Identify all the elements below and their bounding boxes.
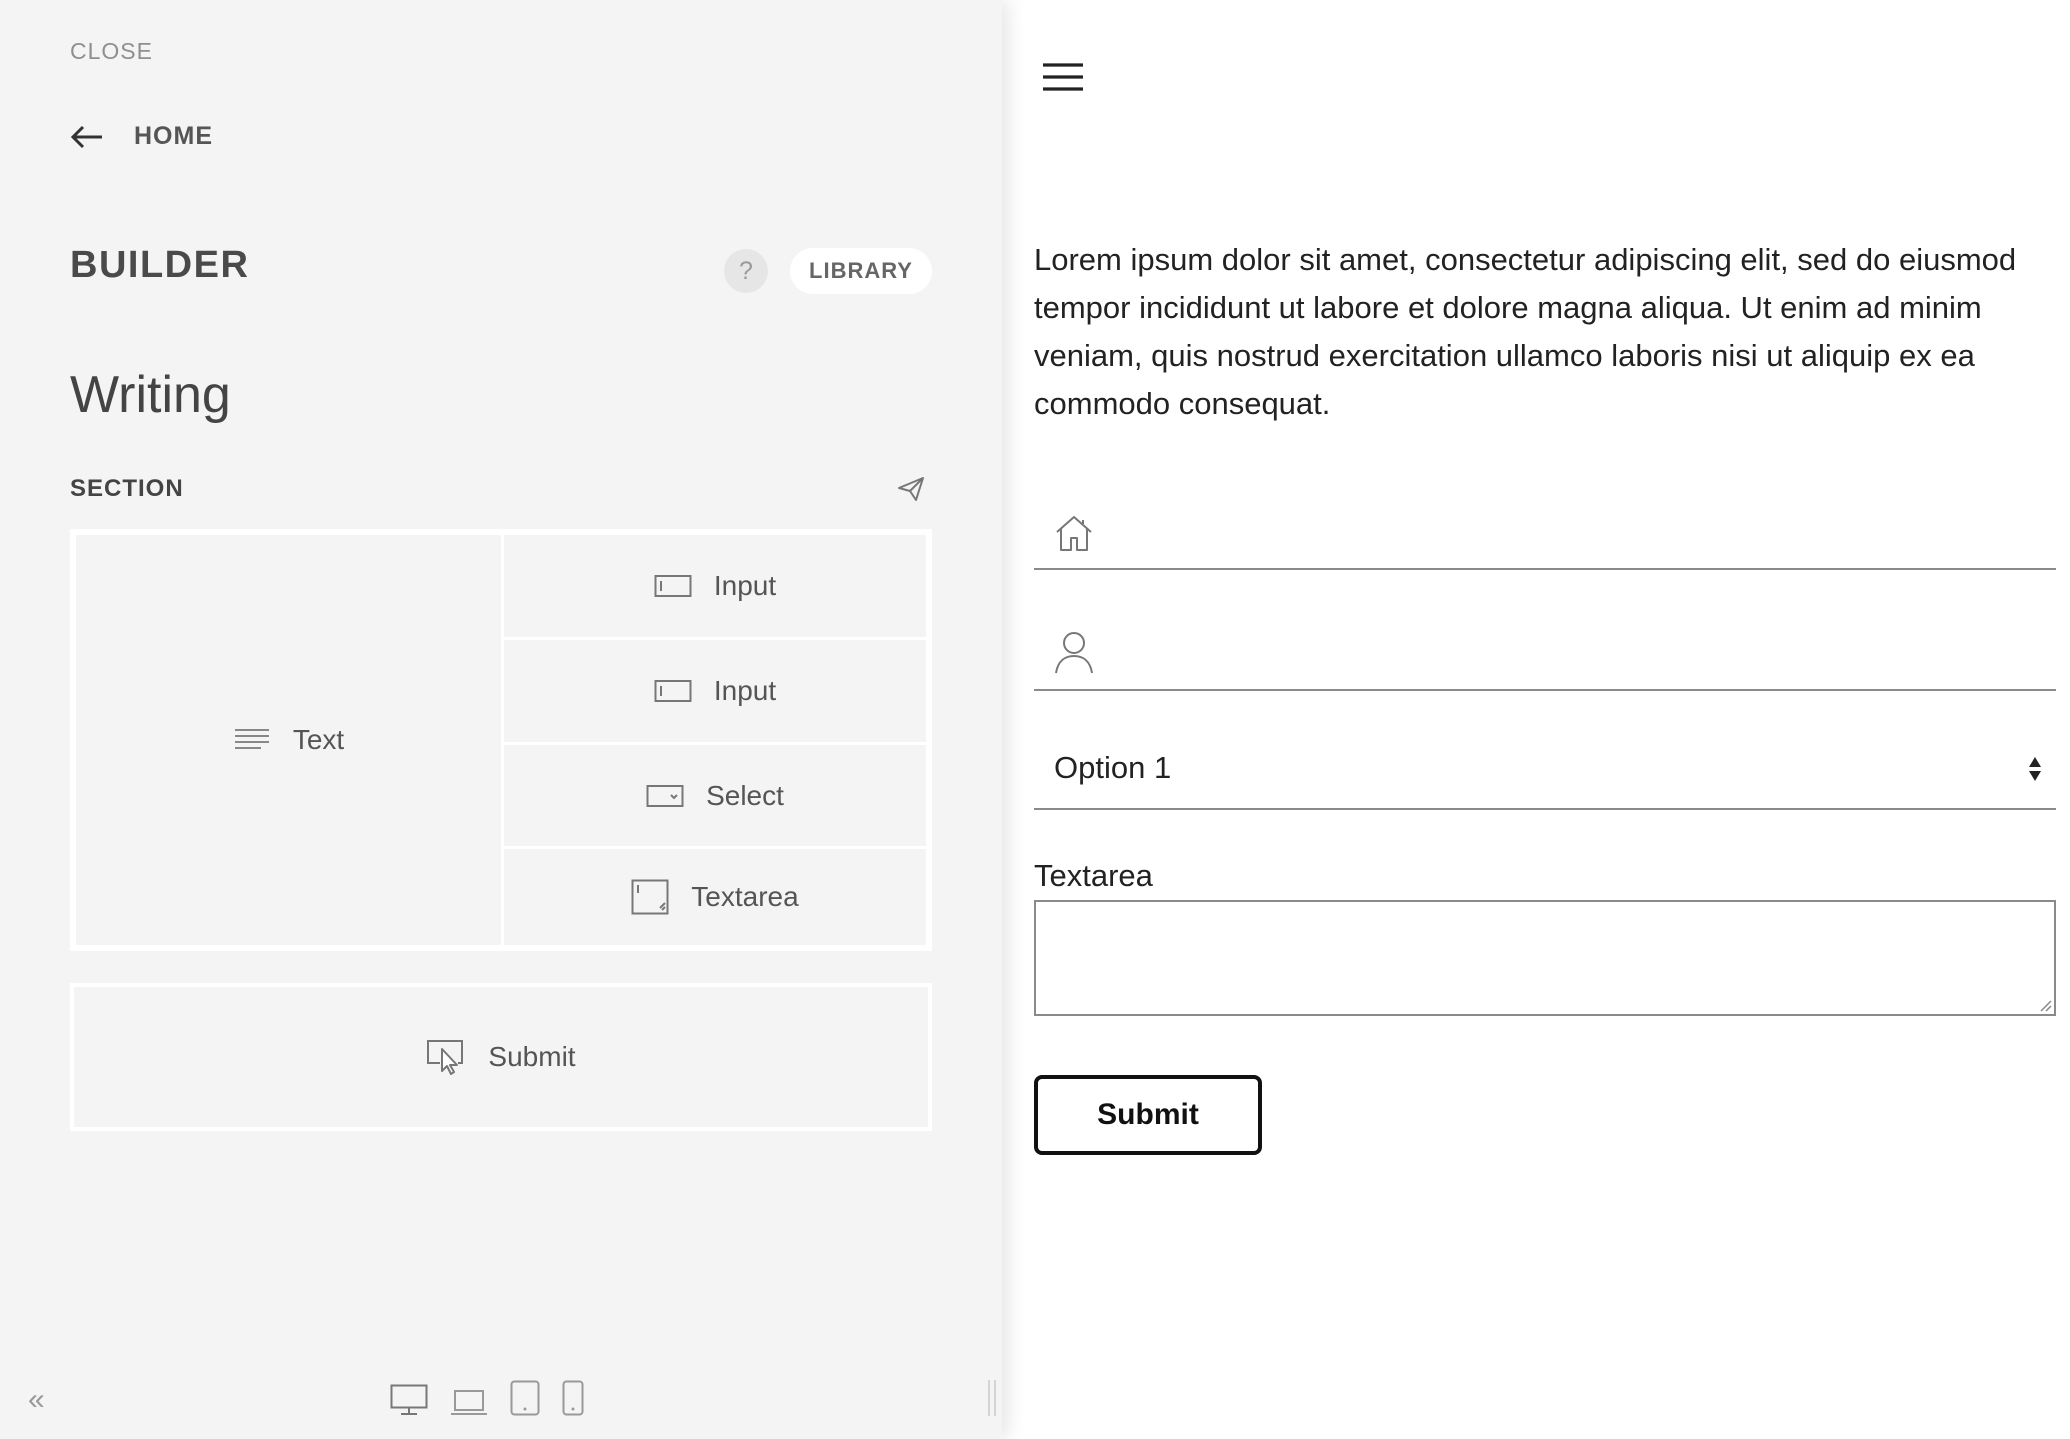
help-button[interactable]: ? <box>724 249 768 293</box>
preview-input-home[interactable] <box>1034 505 2056 570</box>
submit-element-block[interactable]: Submit <box>70 983 932 1131</box>
sidebar-resize-handle[interactable] <box>988 1380 996 1416</box>
input-element-label-1: Input <box>713 570 777 601</box>
user-icon <box>1055 632 1093 674</box>
collapse-sidebar-button[interactable]: « <box>28 1383 45 1417</box>
home-label: HOME <box>134 122 213 150</box>
select-element-label: Select <box>706 779 784 811</box>
input-element-block-2[interactable]: Input <box>501 637 929 745</box>
input-element-label-2: Input <box>713 675 777 706</box>
preview-submit-button[interactable]: Submit <box>1034 1075 1262 1155</box>
preview-paragraph: Lorem ipsum dolor sit amet, consectetur … <box>1034 242 2017 421</box>
select-dropdown-icon <box>646 784 684 807</box>
input-field-icon <box>654 575 692 597</box>
page-preview: Lorem ipsum dolor sit amet, consectetur … <box>1002 0 2070 1439</box>
home-icon <box>1056 516 1092 551</box>
builder-sidebar: CLOSE HOME BUILDER ? LIBRARY Writing SEC… <box>0 0 1002 1439</box>
select-element-block[interactable]: Select <box>501 742 929 849</box>
preview-select[interactable]: Option 1 <box>1034 750 2056 810</box>
home-link[interactable]: HOME <box>70 122 213 151</box>
close-button[interactable]: CLOSE <box>70 38 153 65</box>
textarea-element-block[interactable]: Textarea <box>501 846 929 948</box>
mobile-icon[interactable] <box>562 1380 584 1416</box>
pointer-click-icon <box>427 1040 464 1075</box>
section-layout-grid: Text Input Input Select Textarea <box>70 529 932 951</box>
text-lines-icon <box>234 729 269 749</box>
preview-textarea[interactable] <box>1034 900 2056 1016</box>
page-name: Writing <box>70 366 231 424</box>
preview-input-user[interactable] <box>1034 625 2056 691</box>
input-field-icon <box>654 680 692 702</box>
input-element-block-1[interactable]: Input <box>501 532 929 640</box>
text-element-label: Text <box>292 724 345 755</box>
tablet-icon[interactable] <box>510 1380 540 1416</box>
laptop-icon[interactable] <box>450 1388 488 1416</box>
device-preview-switcher <box>390 1380 584 1416</box>
submit-element-label: Submit <box>488 1041 576 1072</box>
select-value: Option 1 <box>1054 750 1172 785</box>
menu-icon[interactable] <box>1042 62 1084 97</box>
textarea-icon <box>631 879 669 915</box>
text-element-block[interactable]: Text <box>73 532 504 948</box>
textarea-element-label: Textarea <box>691 881 799 912</box>
send-icon[interactable] <box>897 476 925 507</box>
select-arrows-icon <box>2029 757 2041 781</box>
textarea-label: Textarea <box>1034 858 1153 893</box>
library-button[interactable]: LIBRARY <box>790 248 932 294</box>
builder-title: BUILDER <box>70 244 250 286</box>
resize-grip-icon[interactable] <box>2038 998 2052 1012</box>
section-label: SECTION <box>70 475 184 502</box>
arrow-left-icon <box>70 125 102 148</box>
desktop-icon[interactable] <box>390 1384 428 1416</box>
